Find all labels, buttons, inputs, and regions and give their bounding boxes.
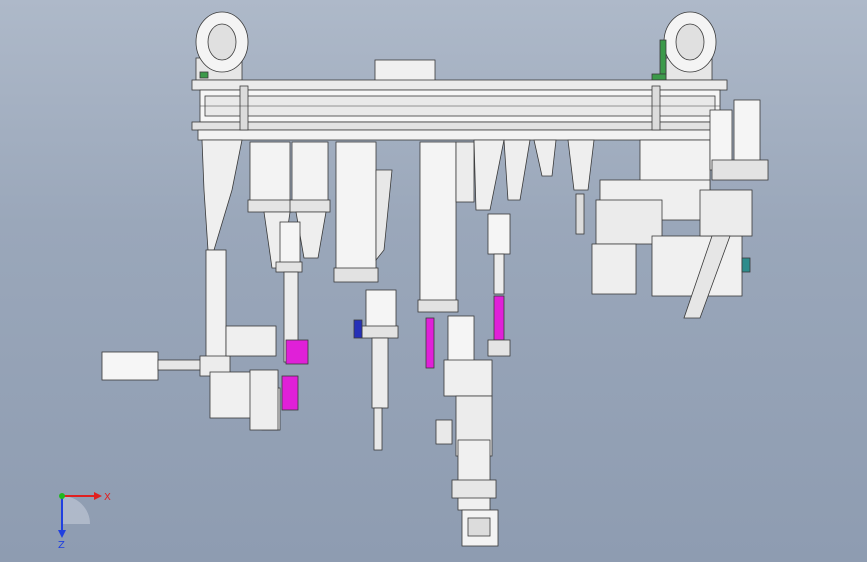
gripper-head-2 <box>353 289 399 451</box>
cad-viewport[interactable]: X Z <box>0 0 867 562</box>
right-roller-wheel <box>651 11 717 81</box>
column-center-left <box>333 141 393 283</box>
z-axis-label: Z <box>58 540 65 551</box>
x-axis-arrowhead <box>94 492 102 500</box>
y-axis-dot <box>59 493 65 499</box>
z-axis-arrowhead <box>58 530 66 538</box>
main-frame-beam <box>191 59 728 141</box>
left-roller-wheel <box>195 11 249 81</box>
x-axis-label: X <box>104 492 111 503</box>
hopper-right <box>503 139 595 201</box>
gripper-head-4 <box>487 213 511 357</box>
assembly-model-view[interactable]: X Z <box>0 0 867 562</box>
axis-triad: X Z <box>58 492 111 551</box>
horizontal-cylinder <box>101 325 279 431</box>
